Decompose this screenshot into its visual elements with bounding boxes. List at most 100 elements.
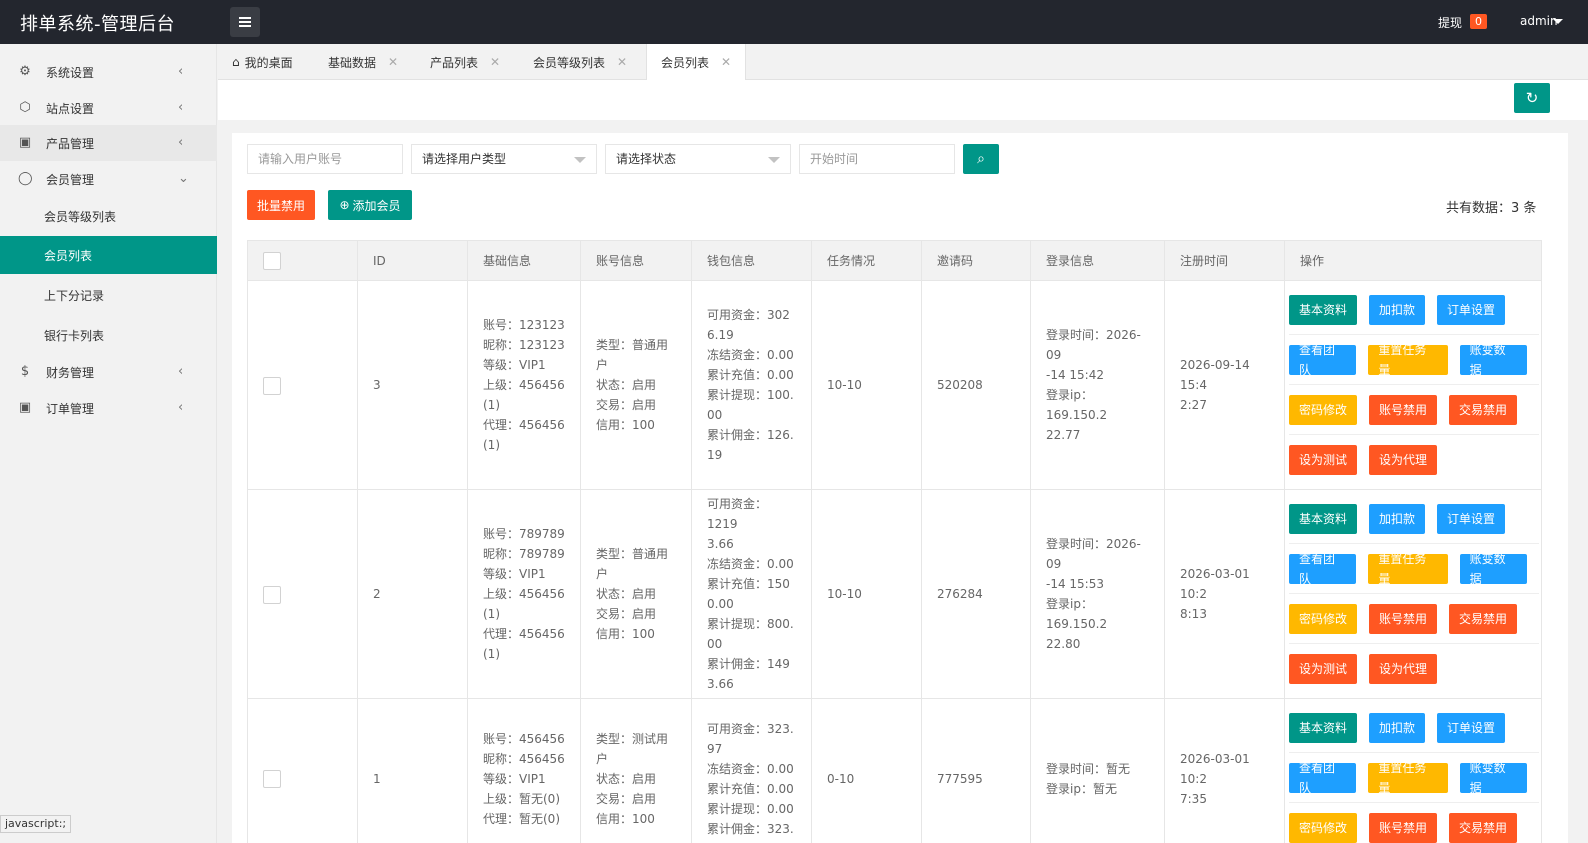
tab-desktop[interactable]: ⌂ 我的桌面 (232, 44, 293, 80)
column-header: 任务情况 (811, 240, 922, 281)
disable-trade-button[interactable]: 交易禁用 (1449, 603, 1518, 634)
table-row: 3 账号：123123 昵称：123123 等级：VIP1 上级：456456 (1) 代理… (247, 280, 1542, 490)
id-value: 1 (373, 771, 381, 786)
disable-account-button[interactable]: 账号禁用 (1369, 813, 1438, 843)
disable-account-button[interactable]: 账号禁用 (1369, 603, 1438, 634)
balance-log-button[interactable]: 账变数据 (1459, 761, 1528, 795)
change-password-button[interactable]: 密码修改 (1289, 603, 1358, 634)
set-agent-button[interactable]: 设为代理 (1369, 654, 1438, 684)
disable-account-button[interactable]: 账号禁用 (1369, 394, 1438, 425)
close-icon[interactable]: ✕ (721, 55, 731, 69)
reset-task-button[interactable]: 重置任务量 (1368, 552, 1448, 586)
order-settings-button[interactable]: 订单设置 (1437, 294, 1506, 325)
start-time-input[interactable]: 开始时间 (799, 144, 955, 174)
info-line: 类型：普通用 (596, 547, 669, 561)
account-search-input[interactable]: 请输入用户账号 (247, 144, 403, 174)
row-checkbox[interactable] (263, 376, 281, 395)
register-time: 2026-03-01 10:2 8:13 (1180, 564, 1269, 624)
refresh-button[interactable]: ↻ (1514, 83, 1550, 113)
tab-member-list[interactable]: 会员列表 ✕ (646, 44, 747, 80)
info-line: 22.80 (1046, 637, 1081, 651)
task-cell: 10-10 (811, 489, 922, 699)
tab-product-list[interactable]: 产品列表 ✕ (430, 44, 500, 80)
tab-bar: ⌂ 我的桌面 基础数据 ✕ 产品列表 ✕ 会员等级列表 ✕ 会员列表 ✕ (218, 44, 1588, 80)
set-test-button[interactable]: 设为测试 (1289, 445, 1358, 475)
sidebar-item-members[interactable]: ◯ 会员管理 ⌄ (0, 161, 217, 197)
reset-task-button[interactable]: 重置任务量 (1368, 343, 1448, 377)
change-password-button[interactable]: 密码修改 (1289, 394, 1358, 425)
set-test-button[interactable]: 设为测试 (1289, 654, 1358, 684)
sidebar-item-orders[interactable]: ▣ 订单管理 ‹ (0, 390, 217, 426)
basic-info-button[interactable]: 基本资料 (1289, 503, 1358, 534)
invite-code: 777595 (937, 771, 983, 786)
menu-toggle-button[interactable] (230, 7, 260, 37)
order-settings-button[interactable]: 订单设置 (1437, 712, 1506, 743)
adjust-balance-button[interactable]: 加扣款 (1369, 503, 1426, 534)
info-line: 冻结资金：0.00 (707, 557, 794, 571)
id-value: 2 (373, 587, 381, 601)
reset-task-button[interactable]: 重置任务量 (1368, 761, 1448, 795)
button-label: 添加会员 (352, 198, 401, 213)
row-checkbox[interactable] (263, 770, 281, 788)
set-agent-button[interactable]: 设为代理 (1369, 445, 1438, 475)
change-password-button[interactable]: 密码修改 (1289, 813, 1358, 843)
operations-cell: 基本资料 加扣款 订单设置查看团队 重置任务量 账变数据密码修改 账号禁用 交易禁用 (1284, 698, 1542, 843)
info-line: (1) (483, 647, 500, 661)
column-header: 注册时间 (1164, 240, 1285, 281)
disable-trade-button[interactable]: 交易禁用 (1449, 394, 1518, 425)
info-line: 户 (596, 358, 609, 372)
sidebar-item-label: 会员列表 (44, 248, 93, 263)
sidebar-item-credit-records[interactable]: 上下分记录 (0, 277, 217, 313)
chevron-down-icon[interactable] (1553, 19, 1563, 24)
select-all-cell (247, 240, 358, 281)
brand-title: 排单系统-管理后台 (20, 14, 175, 35)
sidebar-item-bank-cards[interactable]: 银行卡列表 (0, 317, 217, 353)
select-all-checkbox[interactable] (263, 251, 281, 270)
tab-member-levels[interactable]: 会员等级列表 ✕ (533, 44, 627, 80)
basic-info-button[interactable]: 基本资料 (1289, 294, 1358, 325)
add-member-button[interactable]: ⊕ 添加会员 (328, 190, 412, 220)
basic-info-button[interactable]: 基本资料 (1289, 712, 1358, 743)
sidebar-item-label: 会员等级列表 (44, 209, 117, 224)
toolbar (218, 80, 1588, 120)
status-select[interactable]: 请选择状态 (605, 144, 791, 174)
sidebar-item-site[interactable]: ⬡ 站点设置 ‹ (0, 90, 217, 126)
chevron-down-icon (574, 157, 586, 163)
sidebar-item-finance[interactable]: $ 财务管理 ‹ (0, 354, 217, 390)
tab-basic-data[interactable]: 基础数据 ✕ (328, 44, 398, 80)
row-checkbox[interactable] (263, 585, 281, 604)
sidebar-item-member-list[interactable]: 会员列表 (0, 236, 217, 274)
balance-log-button[interactable]: 账变数据 (1459, 343, 1528, 377)
invite-code: 276284 (937, 587, 983, 601)
account-info-cell: 类型：测试用户状态：启用 交易：启用 信用：100 (580, 698, 692, 843)
balance-log-button[interactable]: 账变数据 (1459, 552, 1528, 586)
view-team-button[interactable]: 查看团队 (1289, 343, 1357, 377)
adjust-balance-button[interactable]: 加扣款 (1369, 294, 1426, 325)
close-icon[interactable]: ✕ (388, 55, 398, 69)
info-line: 上级：456456 (483, 587, 565, 601)
info-line: 累计充值：0.00 (707, 368, 794, 382)
adjust-balance-button[interactable]: 加扣款 (1369, 712, 1426, 743)
view-team-button[interactable]: 查看团队 (1289, 761, 1357, 795)
order-settings-button[interactable]: 订单设置 (1437, 503, 1506, 534)
user-type-select[interactable]: 请选择用户类型 (411, 144, 597, 174)
close-icon[interactable]: ✕ (617, 55, 627, 69)
sidebar-item-system[interactable]: ⚙ 系统设置 ‹ (0, 54, 217, 90)
register-time-cell: 2026-03-01 10:2 8:13 (1164, 489, 1285, 699)
sidebar-item-member-levels[interactable]: 会员等级列表 (0, 198, 217, 234)
user-menu[interactable]: admin (1520, 14, 1558, 28)
view-team-button[interactable]: 查看团队 (1289, 552, 1357, 586)
wallet-info: 可用资金：302 6.19 冻结资金：0.00 累计充值：0.00 累计提现：100. 0… (707, 305, 796, 465)
sidebar-item-products[interactable]: ▣ 产品管理 ‹ (0, 125, 217, 161)
batch-disable-button[interactable]: 批量禁用 (247, 190, 315, 220)
withdraw-link[interactable]: 提现 (1438, 14, 1462, 31)
info-line: 2026-03-01 10:2 (1180, 567, 1250, 601)
search-button[interactable]: ⌕ (963, 144, 999, 174)
checkbox-cell (247, 280, 358, 490)
close-icon[interactable]: ✕ (490, 55, 500, 69)
disable-trade-button[interactable]: 交易禁用 (1449, 813, 1518, 843)
operations-row: 设为测试 设为代理 (1289, 644, 1539, 694)
select-value: 请选择用户类型 (422, 152, 507, 166)
sidebar: ⚙ 系统设置 ‹ ⬡ 站点设置 ‹ ▣ 产品管理 ‹ ◯ 会员管理 ⌄ 会员等级… (0, 44, 217, 843)
info-line: 户 (596, 567, 609, 581)
